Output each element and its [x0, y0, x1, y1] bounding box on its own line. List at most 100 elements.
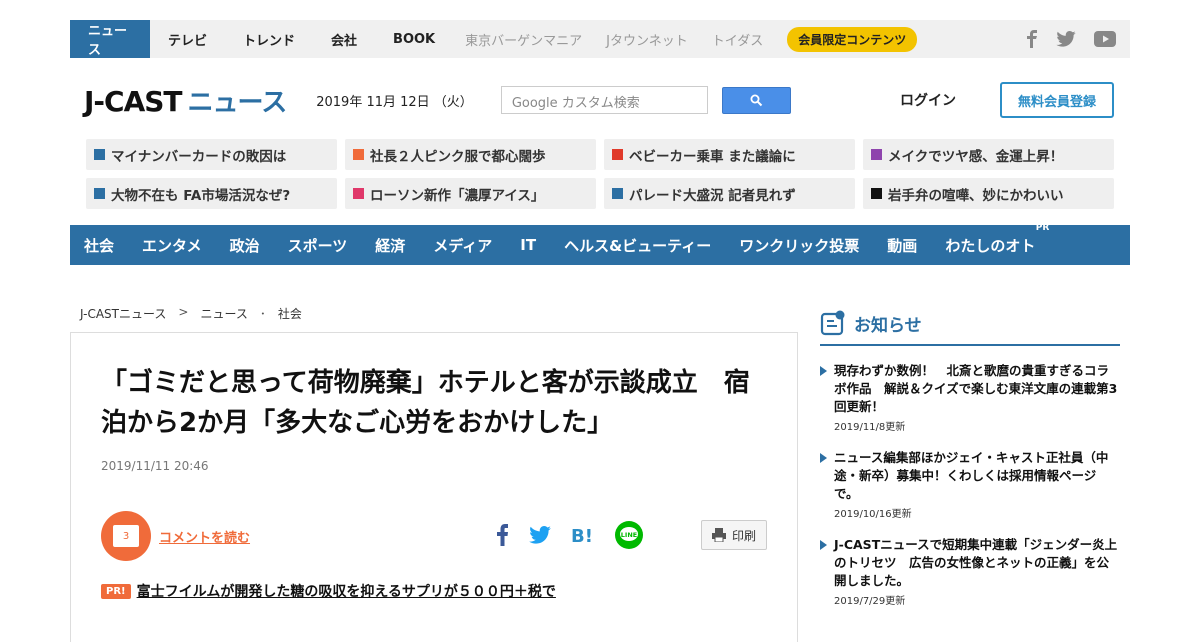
trending-item-label: メイクでツヤ感、金運上昇！: [888, 148, 1064, 165]
breadcrumb: J-CASTニュース > ニュース ･ 社会: [80, 305, 302, 322]
twitter-share-icon[interactable]: [529, 526, 551, 544]
read-comments-link[interactable]: コメントを読む: [159, 527, 250, 546]
trending-item-label: ベビーカー乗車 また議論に: [629, 148, 796, 165]
site-header: J-CAST ニュース 2019年 11月 12日 （火） Google カスタ…: [70, 72, 1130, 128]
triangle-bullet-icon: [820, 540, 827, 550]
share-buttons: B! LINE: [497, 521, 643, 549]
topnav-item-toidas[interactable]: トイダス: [700, 20, 775, 58]
category-item[interactable]: ワンクリック投票: [739, 235, 859, 256]
category-item[interactable]: わたしのオト PR: [945, 223, 1049, 256]
trending-item[interactable]: メイクでツヤ感、金運上昇！: [863, 139, 1114, 170]
trending-item-label: ローソン新作「濃厚アイス」: [370, 187, 545, 204]
logo-sub: ニュース: [187, 87, 288, 118]
category-label: 経済: [375, 236, 406, 255]
member-content-badge[interactable]: 会員限定コンテンツ: [787, 26, 918, 52]
triangle-bullet-icon: [820, 366, 827, 376]
topic-color-marker: [353, 188, 364, 199]
category-nav: 社会 エンタメ 政治 スポーツ 経済 メディア IT ヘルス&ビューティー ワンクリック投票 動画…: [70, 223, 1130, 265]
comment-icon[interactable]: 3: [101, 511, 151, 561]
category-item[interactable]: 経済: [375, 235, 405, 256]
search-input[interactable]: Google カスタム検索: [500, 86, 708, 114]
notice-text: J-CASTニュースで短期集中連載「ジェンダー炎上のトリセツ 広告の女性像とネッ…: [834, 537, 1118, 588]
trending-item-label: 岩手弁の喧嘩、妙にかわいい: [888, 187, 1064, 204]
topnav-item-bargain[interactable]: 東京バーゲンマニア: [453, 20, 594, 58]
notice-item[interactable]: 現存わずか数例！ 北斎と歌麿の貴重すぎるコラボ作品 解説＆クイズで楽しむ東洋文庫…: [820, 362, 1120, 433]
topnav-item-trend[interactable]: トレンド: [225, 20, 313, 58]
notice-date: 2019/10/16更新: [834, 509, 912, 520]
notice-content: 現存わずか数例！ 北斎と歌麿の貴重すぎるコラボ作品 解説＆クイズで楽しむ東洋文庫…: [834, 362, 1120, 433]
topic-color-marker: [94, 149, 105, 160]
topnav-item-news[interactable]: ニュース: [70, 20, 150, 58]
category-label: わたしのオト: [945, 236, 1036, 255]
article-card: 「ゴミだと思って荷物廃棄」ホテルと客が示談成立 宿泊から2か月「多大なご心労をお…: [70, 332, 798, 642]
topnav-item-book[interactable]: BOOK: [375, 20, 453, 58]
category-item[interactable]: IT: [520, 236, 536, 254]
triangle-bullet-icon: [820, 453, 827, 463]
trending-item-label: 大物不在も FA市場活況なぜ?: [111, 187, 291, 204]
pr-badge: PR!: [101, 583, 131, 599]
notice-date: 2019/11/8更新: [834, 422, 906, 433]
trending-item[interactable]: 岩手弁の喧嘩、妙にかわいい: [863, 178, 1114, 209]
notice-content: ニュース編集部ほかジェイ・キャスト正社員（中途・新卒）募集中！くわしくは採用情報…: [834, 449, 1120, 520]
notice-icon: [820, 310, 845, 336]
topic-color-marker: [871, 188, 882, 199]
hatena-bookmark-icon[interactable]: B!: [571, 525, 595, 545]
notice-item[interactable]: J-CASTニュースで短期集中連載「ジェンダー炎上のトリセツ 広告の女性像とネッ…: [820, 536, 1120, 607]
topic-color-marker: [871, 149, 882, 160]
print-button[interactable]: 印刷: [701, 520, 767, 550]
category-label: エンタメ: [142, 236, 202, 255]
category-item[interactable]: スポーツ: [288, 235, 348, 256]
category-label: ワンクリック投票: [739, 236, 860, 255]
trending-topics: マイナンバーカードの敗因は 社長２人ピンク服で都心闊歩 ベビーカー乗車 また議論に メ…: [86, 139, 1114, 209]
notices-list: 現存わずか数例！ 北斎と歌麿の貴重すぎるコラボ作品 解説＆クイズで楽しむ東洋文庫…: [820, 362, 1120, 607]
line-share-icon[interactable]: LINE: [615, 521, 643, 549]
notice-text: ニュース編集部ほかジェイ・キャスト正社員（中途・新卒）募集中！くわしくは採用情報…: [834, 450, 1109, 501]
trending-item[interactable]: ローソン新作「濃厚アイス」: [345, 178, 596, 209]
category-item[interactable]: 社会: [84, 235, 114, 256]
topnav-item-tv[interactable]: テレビ: [150, 20, 225, 58]
category-item[interactable]: 動画: [887, 235, 917, 256]
site-logo[interactable]: J-CAST ニュース: [84, 82, 288, 119]
login-link[interactable]: ログイン: [900, 90, 956, 110]
article-date: 2019/11/11 20:46: [101, 459, 209, 473]
article-title: 「ゴミだと思って荷物廃棄」ホテルと客が示談成立 宿泊から2か月「多大なご心労をお…: [101, 368, 750, 438]
topnav-item-jtown[interactable]: Jタウンネット: [594, 20, 700, 58]
notices-panel: お知らせ 現存わずか数例！ 北斎と歌麿の貴重すぎるコラボ作品 解説＆クイズで楽し…: [820, 310, 1120, 607]
svg-text:B!: B!: [571, 526, 593, 545]
twitter-icon[interactable]: [1056, 31, 1076, 47]
register-button[interactable]: 無料会員登録: [1000, 82, 1114, 118]
category-item[interactable]: エンタメ: [142, 235, 202, 256]
trending-item[interactable]: マイナンバーカードの敗因は: [86, 139, 337, 170]
notice-date: 2019/7/29更新: [834, 596, 906, 607]
trending-item[interactable]: 大物不在も FA市場活況なぜ?: [86, 178, 337, 209]
search-icon: [750, 94, 763, 106]
category-item[interactable]: メディア: [433, 235, 492, 256]
category-item[interactable]: 政治: [230, 235, 260, 256]
notice-text: 現存わずか数例！ 北斎と歌麿の貴重すぎるコラボ作品 解説＆クイズで楽しむ東洋文庫…: [834, 363, 1118, 414]
facebook-share-icon[interactable]: [497, 524, 509, 546]
topnav-item-company[interactable]: 会社: [313, 20, 375, 58]
trending-item[interactable]: ベビーカー乗車 また議論に: [604, 139, 855, 170]
category-label: 社会: [84, 236, 115, 255]
category-item[interactable]: ヘルス&ビューティー: [564, 235, 711, 256]
facebook-icon[interactable]: [1026, 30, 1038, 48]
breadcrumb-section[interactable]: ニュース: [200, 305, 247, 322]
breadcrumb-category[interactable]: 社会: [278, 305, 302, 322]
trending-item-label: 社長２人ピンク服で都心闊歩: [370, 148, 546, 165]
trending-item[interactable]: パレード大盛況 記者見れず: [604, 178, 855, 209]
trending-item[interactable]: 社長２人ピンク服で都心闊歩: [345, 139, 596, 170]
notices-title: お知らせ: [854, 315, 922, 336]
topic-color-marker: [612, 188, 623, 199]
top-nav: ニュース テレビ トレンド 会社 BOOK 東京バーゲンマニア Jタウンネット …: [70, 20, 1130, 58]
notices-header: お知らせ: [820, 310, 1120, 346]
logo-main: J-CAST: [84, 84, 183, 118]
category-label: スポーツ: [287, 236, 348, 255]
breadcrumb-home[interactable]: J-CASTニュース: [80, 305, 166, 322]
pr-link[interactable]: 富士フイルムが開発した糖の吸収を抑えるサプリが５００円＋税で: [137, 581, 556, 601]
pr-ad: PR! 富士フイルムが開発した糖の吸収を抑えるサプリが５００円＋税で: [101, 581, 556, 601]
category-pr-badge: PR: [1035, 222, 1050, 233]
youtube-icon[interactable]: [1094, 31, 1116, 47]
notice-item[interactable]: ニュース編集部ほかジェイ・キャスト正社員（中途・新卒）募集中！くわしくは採用情報…: [820, 449, 1120, 520]
search-button[interactable]: [721, 86, 791, 114]
comment-area: 3 コメントを読む: [101, 511, 250, 561]
